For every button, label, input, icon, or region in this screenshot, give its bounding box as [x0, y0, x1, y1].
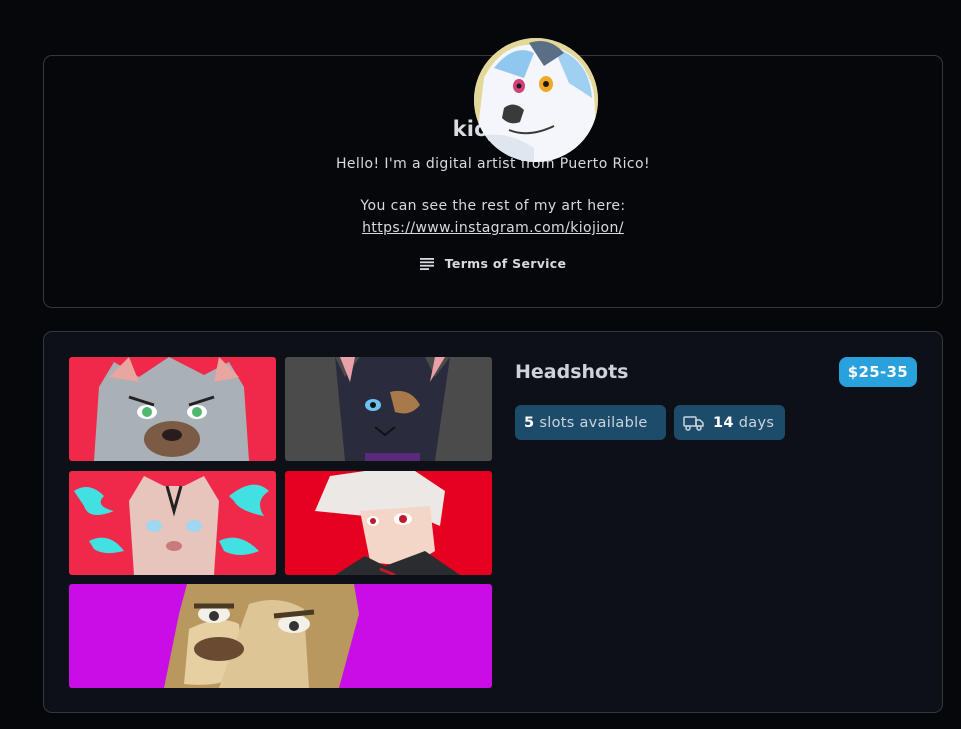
gallery-thumbnail[interactable]	[285, 357, 492, 461]
bio-text: Hello! I'm a digital artist from Puerto …	[335, 156, 651, 172]
delivery-time-badge: 14 days	[674, 405, 785, 440]
days-count: 14	[713, 414, 734, 431]
days-label: days	[738, 414, 775, 431]
bio-line: You can see the rest of my art here:	[360, 198, 626, 214]
slots-label: slots available	[539, 414, 648, 431]
gallery-thumbnail[interactable]	[69, 584, 492, 688]
truck-icon	[683, 415, 704, 431]
slots-count: 5	[524, 414, 535, 431]
profile-card: kiojion Hello! I'm a digital artist from…	[43, 38, 943, 308]
terms-of-service-button[interactable]: Terms of Service	[44, 256, 942, 271]
price-badge: $25-35	[838, 357, 917, 387]
slots-badge: 5 slots available	[515, 405, 666, 440]
commission-title: Headshots	[515, 361, 629, 383]
gallery-thumbnail[interactable]	[69, 471, 276, 575]
gallery-thumbnail[interactable]	[69, 357, 276, 461]
bear-headshot-image	[164, 584, 359, 688]
tiger-headshot-image	[74, 476, 269, 575]
wolf-headshot-image	[94, 357, 249, 461]
list-icon	[419, 257, 434, 270]
instagram-link[interactable]: https://www.instagram.com/kiojion/	[362, 220, 624, 236]
bio-links: You can see the rest of my art here: htt…	[44, 195, 942, 239]
commission-card[interactable]: Headshots $25-35 5 slots available 14 da…	[43, 331, 943, 713]
avatar[interactable]	[474, 38, 598, 162]
cat-headshot-image	[335, 357, 450, 461]
gallery	[69, 357, 492, 688]
tos-label: Terms of Service	[444, 256, 567, 271]
avatar-image	[474, 38, 598, 162]
human-headshot-image	[315, 471, 460, 575]
gallery-thumbnail[interactable]	[285, 471, 492, 575]
